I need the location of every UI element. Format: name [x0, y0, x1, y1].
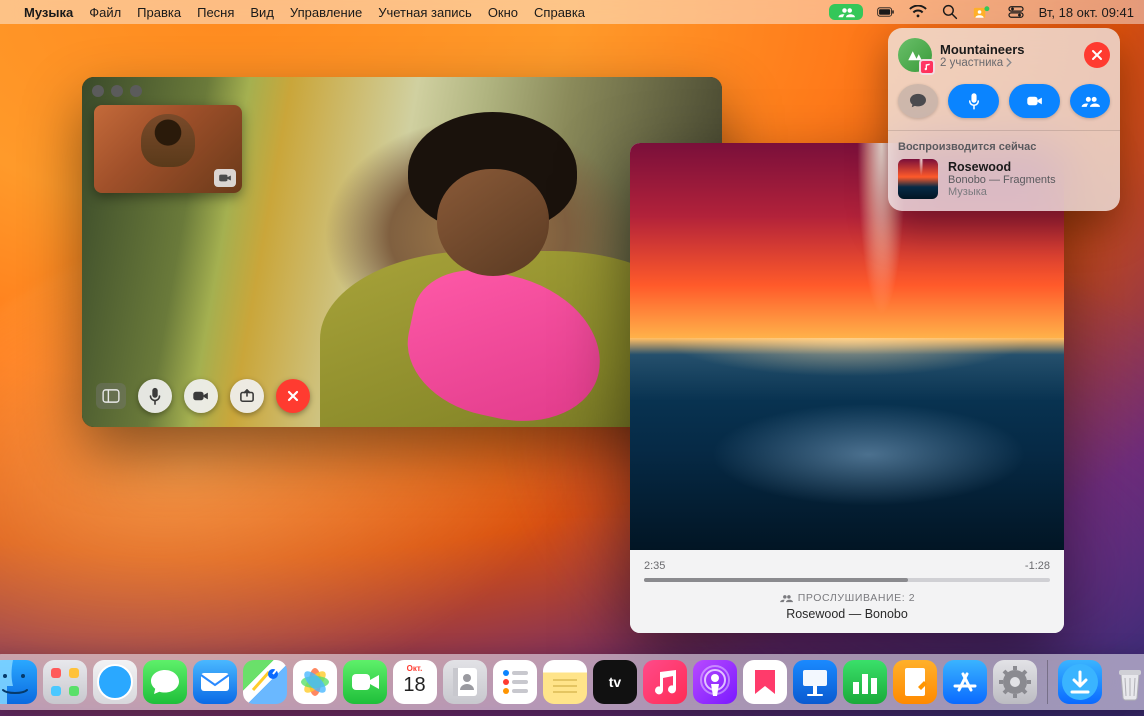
calendar-month: Окт.: [393, 664, 437, 673]
facetime-window: [82, 77, 722, 427]
dock-calendar[interactable]: Окт. 18: [393, 660, 437, 704]
calendar-day: 18: [393, 674, 437, 697]
dock-keynote[interactable]: [793, 660, 837, 704]
shareplay-listener-count: ПРОСЛУШИВАНИЕ: 2: [644, 592, 1050, 604]
now-playing-item[interactable]: Rosewood Bonobo — Fragments Музыка: [898, 159, 1110, 199]
group-avatar: [898, 38, 932, 72]
now-playing-title: Rosewood: [948, 160, 1056, 174]
dock-mail[interactable]: [193, 660, 237, 704]
now-playing-track: Rosewood — Bonobo: [644, 607, 1050, 621]
dock-appstore[interactable]: [943, 660, 987, 704]
playback-scrubber[interactable]: [644, 578, 1050, 582]
dock-news[interactable]: [743, 660, 787, 704]
traffic-minimize[interactable]: [111, 85, 123, 97]
dock-maps[interactable]: [243, 660, 287, 704]
dock-pages[interactable]: [893, 660, 937, 704]
wifi-icon[interactable]: [909, 3, 927, 21]
facetime-end-call-button[interactable]: [276, 379, 310, 413]
elapsed-time: 2:35: [644, 560, 665, 572]
dock-safari[interactable]: [93, 660, 137, 704]
hud-shareplay-button[interactable]: [1070, 84, 1110, 118]
menu-account[interactable]: Учетная запись: [378, 5, 472, 20]
dock-messages[interactable]: [143, 660, 187, 704]
dock-contacts[interactable]: [443, 660, 487, 704]
dock-separator: [1047, 660, 1048, 704]
chevron-right-icon: [1006, 58, 1012, 67]
menu-controls[interactable]: Управление: [290, 5, 362, 20]
shareplay-status-icon[interactable]: [829, 4, 863, 20]
control-center-icon[interactable]: [1007, 3, 1025, 21]
participants-link[interactable]: 2 участника: [940, 57, 1025, 69]
facetime-camera-button[interactable]: [184, 379, 218, 413]
group-name: Mountaineers: [940, 42, 1025, 57]
dock-launchpad[interactable]: [43, 660, 87, 704]
hud-messages-button[interactable]: [898, 84, 938, 118]
facetime-self-view[interactable]: [94, 105, 242, 193]
hud-camera-button[interactable]: [1009, 84, 1060, 118]
menubar-clock[interactable]: Вт, 18 окт. 09:41: [1039, 5, 1134, 20]
dock-trash[interactable]: [1108, 660, 1144, 704]
hud-leave-button[interactable]: [1084, 42, 1110, 68]
music-mini-player: 2:35 -1:28 ПРОСЛУШИВАНИЕ: 2 Rosewood — B…: [630, 143, 1064, 633]
traffic-close[interactable]: [92, 85, 104, 97]
now-playing-app: Музыка: [948, 186, 1056, 198]
menu-song[interactable]: Песня: [197, 5, 234, 20]
facetime-sidebar-toggle[interactable]: [96, 383, 126, 409]
remaining-time: -1:28: [1025, 560, 1050, 572]
battery-icon[interactable]: [877, 3, 895, 21]
shareplay-hud: Mountaineers 2 участника Воспроизводится…: [888, 28, 1120, 211]
now-playing-art: [898, 159, 938, 199]
dock-settings[interactable]: [993, 660, 1037, 704]
menu-window[interactable]: Окно: [488, 5, 518, 20]
hud-mic-button[interactable]: [948, 84, 999, 118]
music-badge-icon: [919, 59, 935, 75]
dock-facetime[interactable]: [343, 660, 387, 704]
dock-photos[interactable]: [293, 660, 337, 704]
dock-downloads[interactable]: [1058, 660, 1102, 704]
now-playing-label: Воспроизводится сейчас: [898, 141, 1110, 153]
svg-text:tv: tv: [608, 674, 621, 690]
dock-podcasts[interactable]: [693, 660, 737, 704]
facetime-share-button[interactable]: [230, 379, 264, 413]
user-switch-icon[interactable]: [973, 5, 993, 19]
app-menu[interactable]: Музыка: [24, 5, 73, 20]
facetime-mute-button[interactable]: [138, 379, 172, 413]
spotlight-icon[interactable]: [941, 3, 959, 21]
dock-music[interactable]: [643, 660, 687, 704]
menu-view[interactable]: Вид: [250, 5, 274, 20]
now-playing-subtitle: Bonobo — Fragments: [948, 174, 1056, 186]
traffic-zoom[interactable]: [130, 85, 142, 97]
window-traffic-lights[interactable]: [92, 85, 142, 97]
camera-switch-icon[interactable]: [214, 169, 236, 187]
menu-help[interactable]: Справка: [534, 5, 585, 20]
menu-edit[interactable]: Правка: [137, 5, 181, 20]
dock-numbers[interactable]: [843, 660, 887, 704]
menubar: Музыка Файл Правка Песня Вид Управление …: [0, 0, 1144, 24]
dock-finder[interactable]: [0, 660, 37, 704]
dock-tv[interactable]: tv: [593, 660, 637, 704]
dock-reminders[interactable]: [493, 660, 537, 704]
menu-file[interactable]: Файл: [89, 5, 121, 20]
dock-notes[interactable]: [543, 660, 587, 704]
dock: Окт. 18 tv: [0, 654, 1144, 710]
